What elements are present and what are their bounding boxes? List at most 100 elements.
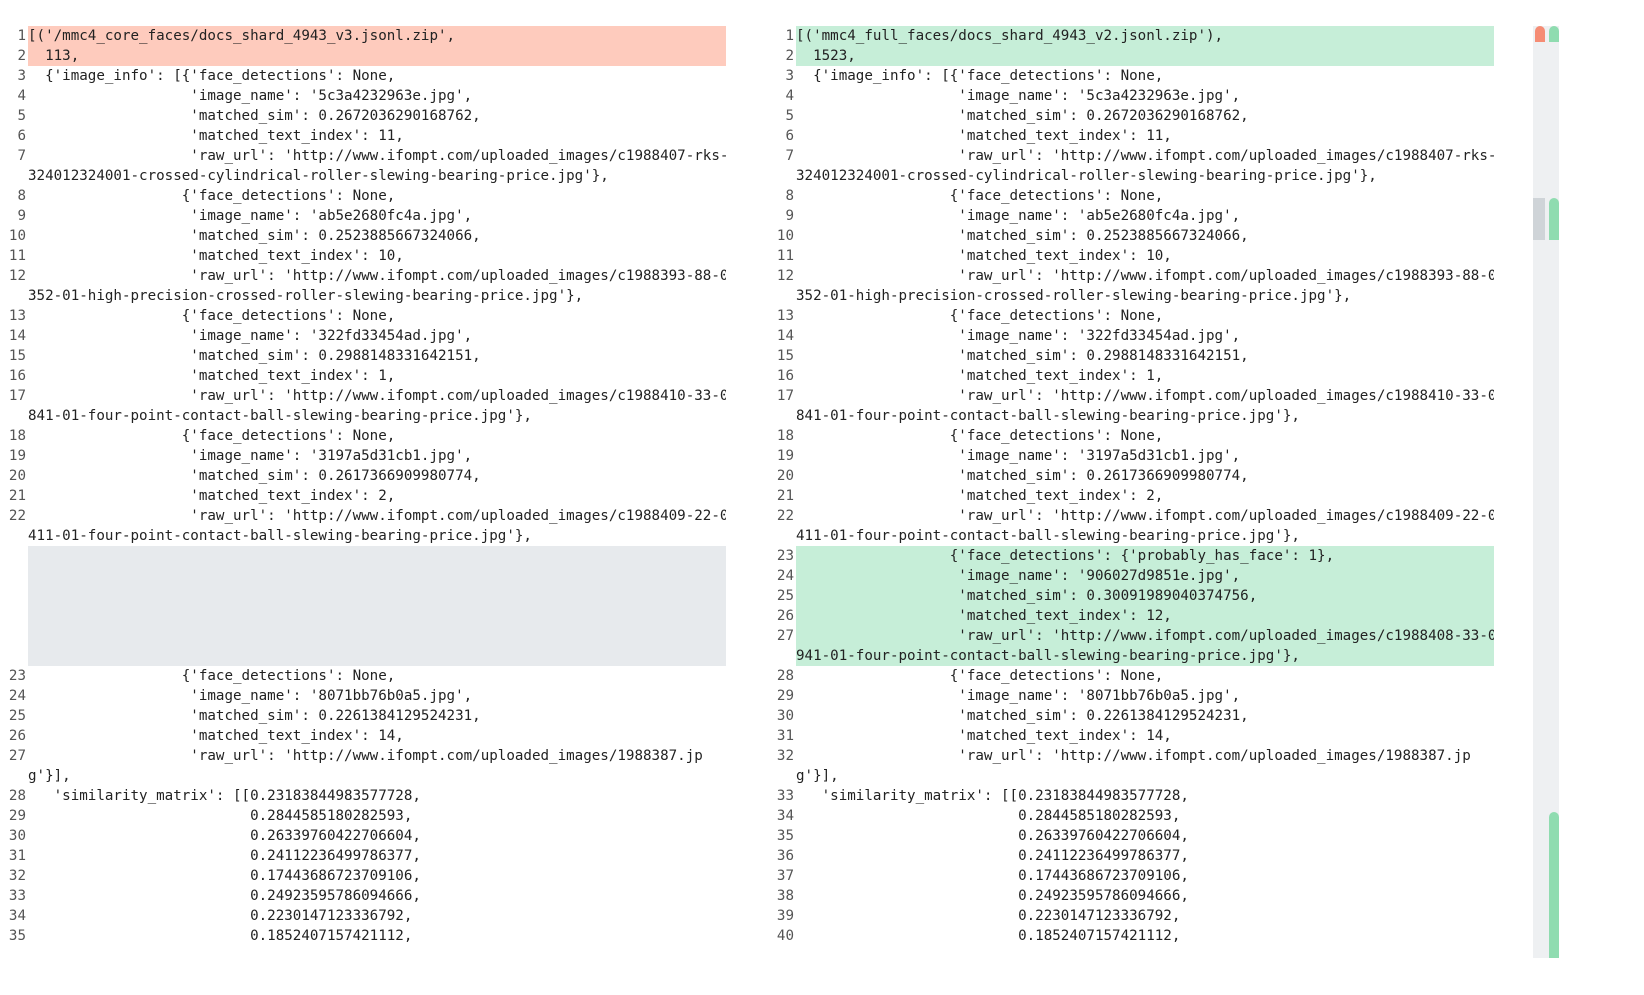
left-code-line: 24 'image_name': '8071bb76b0a5.jpg', bbox=[0, 686, 726, 706]
right-code-line: 2 1523, bbox=[768, 46, 1494, 66]
line-number: 15 bbox=[8, 348, 26, 364]
code-text: [('mmc4_full_faces/docs_shard_4943_v2.js… bbox=[796, 26, 1494, 46]
code-text: 411-01-four-point-contact-ball-slewing-b… bbox=[796, 528, 1300, 544]
line-number: 5 bbox=[17, 108, 26, 124]
right-code-line: 34 0.2844585180282593, bbox=[768, 806, 1494, 826]
line-number: 18 bbox=[8, 428, 26, 444]
code-text: 'raw_url': 'http://www.ifompt.com/upload… bbox=[796, 748, 1471, 764]
code-text: 'raw_url': 'http://www.ifompt.com/upload… bbox=[796, 268, 1494, 284]
left-diff-pane[interactable]: 1 [('/mmc4_core_faces/docs_shard_4943_v3.… bbox=[0, 26, 726, 946]
line-number: 24 bbox=[776, 568, 794, 584]
left-code-line: 8 {'face_detections': None, bbox=[0, 186, 726, 206]
line-number: 3 bbox=[785, 68, 794, 84]
right-code-line: 17 'raw_url': 'http://www.ifompt.com/upl… bbox=[768, 386, 1494, 406]
line-number: 17 bbox=[776, 388, 794, 404]
code-text: 'image_name': 'ab5e2680fc4a.jpg', bbox=[796, 208, 1241, 224]
code-text: 0.17443686723709106, bbox=[796, 868, 1189, 884]
code-text: 0.2844585180282593, bbox=[796, 808, 1181, 824]
diff-overview-scrollbar[interactable] bbox=[1533, 26, 1559, 958]
line-number: 19 bbox=[8, 448, 26, 464]
code-text: 'raw_url': 'http://www.ifompt.com/upload… bbox=[796, 148, 1494, 164]
left-code-line: 25 'matched_sim': 0.2261384129524231, bbox=[0, 706, 726, 726]
left-code-line: 5 'matched_sim': 0.2672036290168762, bbox=[0, 106, 726, 126]
code-text: 'matched_sim': 0.2672036290168762, bbox=[28, 108, 481, 124]
line-number bbox=[768, 166, 794, 186]
right-lines: 1 [('mmc4_full_faces/docs_shard_4943_v2.j… bbox=[768, 26, 1494, 946]
code-text: 'matched_text_index': 14, bbox=[796, 728, 1172, 744]
line-number: 29 bbox=[8, 808, 26, 824]
left-code-line: 10 'matched_sim': 0.2523885667324066, bbox=[0, 226, 726, 246]
right-diff-pane[interactable]: 1 [('mmc4_full_faces/docs_shard_4943_v2.j… bbox=[768, 26, 1494, 946]
code-text: 1523, bbox=[796, 46, 1494, 66]
code-text: 'image_name': '8071bb76b0a5.jpg', bbox=[28, 688, 473, 704]
left-code-line: 33 0.24923595786094666, bbox=[0, 886, 726, 906]
code-text: 'raw_url': 'http://www.ifompt.com/upload… bbox=[28, 388, 726, 404]
left-code-line: 16 'matched_text_index': 1, bbox=[0, 366, 726, 386]
right-code-line: 16 'matched_text_index': 1, bbox=[768, 366, 1494, 386]
right-code-line: 29 'image_name': '8071bb76b0a5.jpg', bbox=[768, 686, 1494, 706]
code-text: 0.2844585180282593, bbox=[28, 808, 413, 824]
minimap-deletion-marker bbox=[1535, 26, 1545, 42]
code-text: 'raw_url': 'http://www.ifompt.com/upload… bbox=[796, 626, 1494, 646]
code-text: 'raw_url': 'http://www.ifompt.com/upload… bbox=[28, 748, 703, 764]
line-number: 8 bbox=[17, 188, 26, 204]
left-code-line: 18 {'face_detections': None, bbox=[0, 426, 726, 446]
left-code-line: 34 0.2230147123336792, bbox=[0, 906, 726, 926]
left-code-line: 26 'matched_text_index': 14, bbox=[0, 726, 726, 746]
line-number: 23 bbox=[776, 548, 794, 564]
code-text: 'matched_text_index': 14, bbox=[28, 728, 404, 744]
code-text: 'image_name': '8071bb76b0a5.jpg', bbox=[796, 688, 1241, 704]
line-number: 9 bbox=[17, 208, 26, 224]
code-text: 352-01-high-precision-crossed-roller-sle… bbox=[28, 288, 584, 304]
code-text: 0.24112236499786377, bbox=[28, 848, 421, 864]
right-code-line: 14 'image_name': '322fd33454ad.jpg', bbox=[768, 326, 1494, 346]
right-code-line: 38 0.24923595786094666, bbox=[768, 886, 1494, 906]
code-text: 'matched_sim': 0.2523885667324066, bbox=[28, 228, 481, 244]
code-text: 'matched_text_index': 11, bbox=[796, 128, 1172, 144]
line-number bbox=[0, 166, 26, 186]
line-number: 2 bbox=[17, 48, 26, 64]
line-number: 32 bbox=[8, 868, 26, 884]
line-number: 19 bbox=[776, 448, 794, 464]
line-number: 10 bbox=[776, 228, 794, 244]
line-number: 23 bbox=[8, 668, 26, 684]
line-number: 13 bbox=[776, 308, 794, 324]
line-number: 2 bbox=[785, 48, 794, 64]
left-code-line: 35 0.1852407157421112, bbox=[0, 926, 726, 946]
code-text: 'image_name': 'ab5e2680fc4a.jpg', bbox=[28, 208, 473, 224]
scrollbar-thumb[interactable] bbox=[1533, 198, 1545, 240]
code-text: 'image_name': '5c3a4232963e.jpg', bbox=[28, 88, 473, 104]
right-code-line: 3 {'image_info': [{'face_detections': No… bbox=[768, 66, 1494, 86]
line-number bbox=[768, 286, 794, 306]
code-text: 'matched_text_index': 1, bbox=[796, 368, 1164, 384]
line-number bbox=[768, 766, 794, 786]
line-number: 22 bbox=[8, 508, 26, 524]
code-text: 0.2230147123336792, bbox=[796, 908, 1181, 924]
line-number: 16 bbox=[8, 368, 26, 384]
line-number: 37 bbox=[776, 868, 794, 884]
code-text: {'face_detections': None, bbox=[28, 308, 396, 324]
line-number: 32 bbox=[776, 748, 794, 764]
line-number: 31 bbox=[776, 728, 794, 744]
left-code-line: 1 [('/mmc4_core_faces/docs_shard_4943_v3.… bbox=[0, 26, 726, 46]
code-text: 'matched_sim': 0.2523885667324066, bbox=[796, 228, 1249, 244]
right-code-line: 352-01-high-precision-crossed-roller-sle… bbox=[768, 286, 1494, 306]
code-text: 941-01-four-point-contact-ball-slewing-b… bbox=[796, 646, 1494, 666]
line-number: 27 bbox=[8, 748, 26, 764]
right-code-line: 4 'image_name': '5c3a4232963e.jpg', bbox=[768, 86, 1494, 106]
left-code-line: 3 {'image_info': [{'face_detections': No… bbox=[0, 66, 726, 86]
line-number: 20 bbox=[8, 468, 26, 484]
code-text: 113, bbox=[28, 46, 726, 66]
right-code-line: 27 'raw_url': 'http://www.ifompt.com/upl… bbox=[768, 626, 1494, 646]
left-code-line: 15 'matched_sim': 0.2988148331642151, bbox=[0, 346, 726, 366]
code-text: 'matched_text_index': 10, bbox=[796, 248, 1172, 264]
code-text: 411-01-four-point-contact-ball-slewing-b… bbox=[28, 528, 532, 544]
code-text: 'matched_text_index': 1, bbox=[28, 368, 396, 384]
code-text: {'face_detections': None, bbox=[796, 188, 1164, 204]
code-text: 'image_name': '3197a5d31cb1.jpg', bbox=[28, 448, 473, 464]
left-code-line: 2 113, bbox=[0, 46, 726, 66]
line-number: 1 bbox=[785, 28, 794, 44]
code-text: 'similarity_matrix': [[0.231838449835777… bbox=[28, 788, 421, 804]
line-number: 6 bbox=[785, 128, 794, 144]
line-number: 39 bbox=[776, 908, 794, 924]
